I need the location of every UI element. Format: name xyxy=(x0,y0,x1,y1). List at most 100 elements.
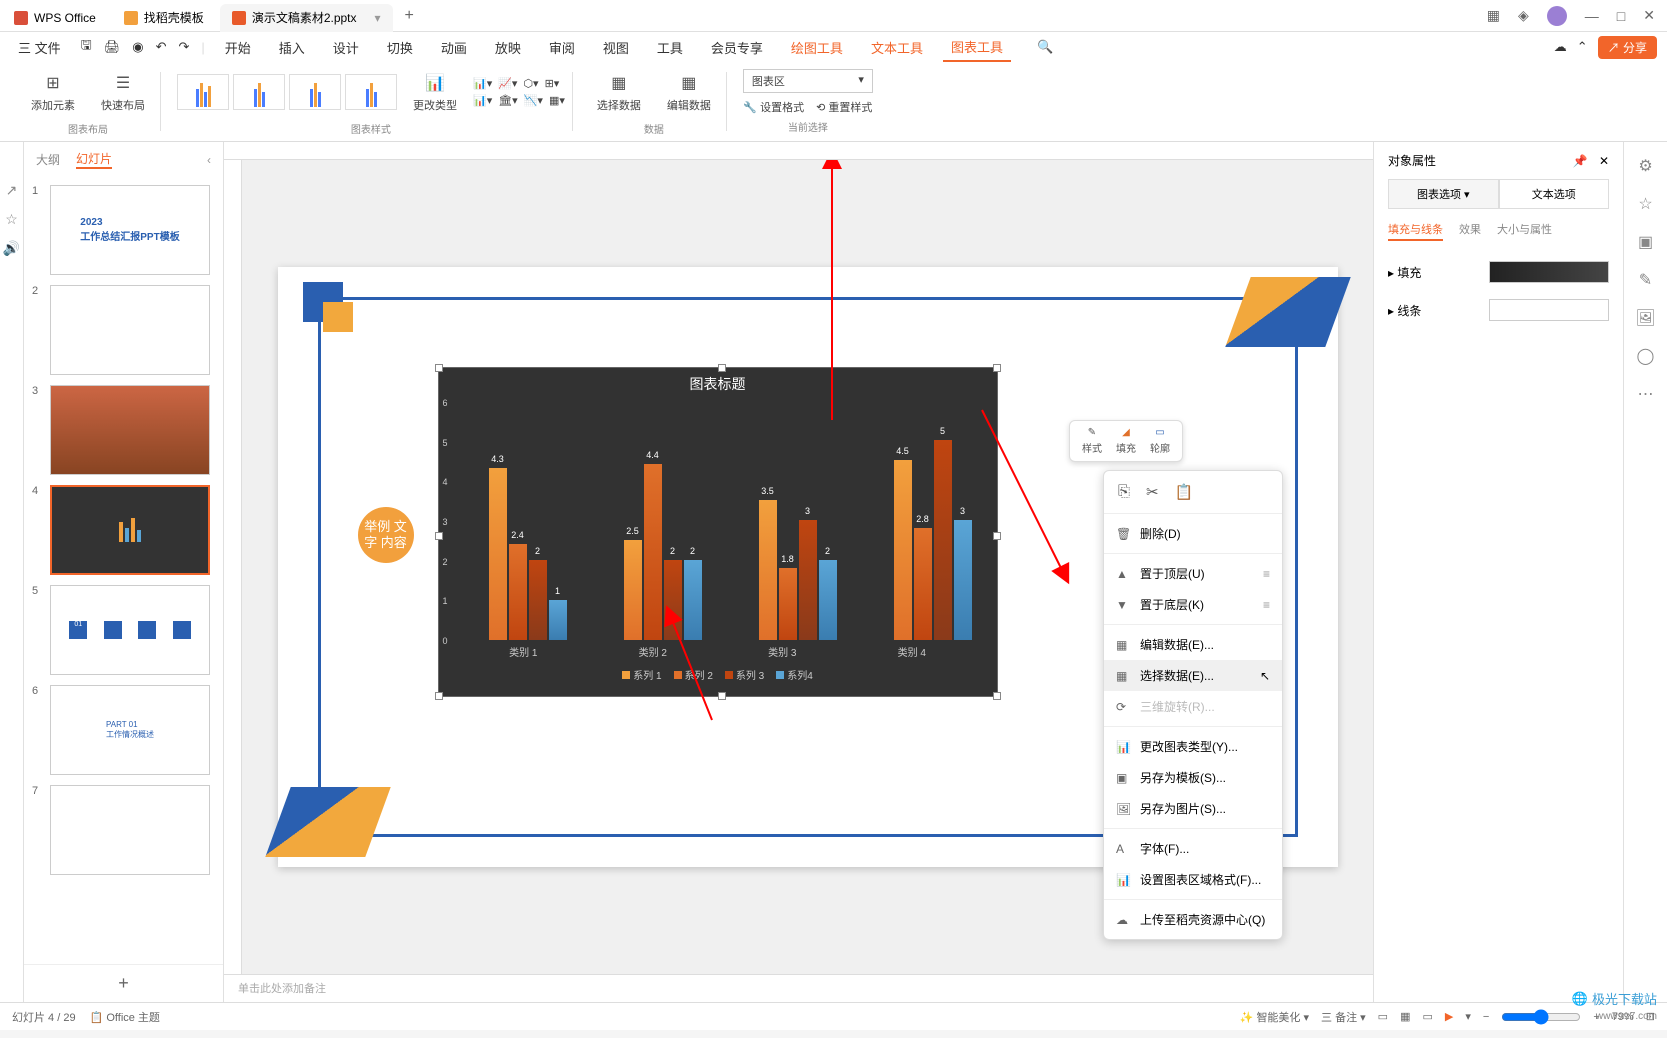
chart-icon-7[interactable]: 📉▾ xyxy=(524,94,543,107)
select-data-button[interactable]: ▦ 选择数据 xyxy=(589,67,649,117)
view-reading-icon[interactable]: ▭ xyxy=(1422,1010,1432,1023)
view-slideshow-icon[interactable]: ▶ xyxy=(1445,1010,1453,1023)
subtab-fill-line[interactable]: 填充与线条 xyxy=(1388,221,1443,241)
slide-thumb-3[interactable]: 3 xyxy=(32,385,215,475)
cut-icon[interactable]: ✂ xyxy=(1146,483,1159,501)
ctx-send-back[interactable]: ▼置于底层(K)≡ xyxy=(1104,589,1282,620)
tab-dropdown-icon[interactable]: ▾ xyxy=(375,11,381,25)
prop-tab-chart[interactable]: 图表选项 ▾ xyxy=(1388,179,1499,209)
share-button[interactable]: ↗ 分享 xyxy=(1598,36,1657,59)
menu-drawing-tools[interactable]: 绘图工具 xyxy=(783,34,851,61)
edit-data-button[interactable]: ▦ 编辑数据 xyxy=(659,67,719,117)
star-icon[interactable]: ☆ xyxy=(5,211,18,228)
style-thumb-1[interactable] xyxy=(177,74,229,110)
slide-canvas[interactable]: 举例 文字 内容 图表标题 0123456 xyxy=(242,160,1373,974)
image-panel-icon[interactable]: 🖼 xyxy=(1635,308,1655,328)
file-menu[interactable]: 三 文件 xyxy=(10,34,69,61)
cloud-icon[interactable]: ☁ xyxy=(1554,39,1567,55)
close-button[interactable]: ✕ xyxy=(1643,7,1655,24)
line-color-select[interactable] xyxy=(1489,299,1609,321)
beautify-button[interactable]: ✨ 智能美化 ▾ xyxy=(1240,1009,1309,1025)
style-thumb-2[interactable] xyxy=(233,74,285,110)
chart-style-gallery[interactable] xyxy=(177,74,397,110)
more-icon[interactable]: ⋯ xyxy=(1638,384,1654,404)
ctx-format-chart[interactable]: 📊设置图表区域格式(F)... xyxy=(1104,864,1282,895)
maximize-button[interactable]: □ xyxy=(1617,8,1625,24)
chart-icon-1[interactable]: 📊▾ xyxy=(473,77,492,90)
slide-thumb-4[interactable]: 4 xyxy=(32,485,215,575)
pin-icon[interactable]: 📌 xyxy=(1573,154,1588,168)
arrow-icon[interactable]: ↗ xyxy=(6,182,18,199)
change-type-button[interactable]: 📊 更改类型 xyxy=(405,67,465,117)
ctx-delete[interactable]: 🗑删除(D) xyxy=(1104,518,1282,549)
ctx-font[interactable]: A字体(F)... xyxy=(1104,833,1282,864)
collapse-panel-icon[interactable]: ‹ xyxy=(207,153,211,167)
slide-thumb-2[interactable]: 2 xyxy=(32,285,215,375)
file-tab[interactable]: 演示文稿素材2.pptx ▾ xyxy=(220,4,393,32)
chart-icon-2[interactable]: 📈▾ xyxy=(498,77,517,90)
menu-view[interactable]: 视图 xyxy=(595,34,637,61)
menu-design[interactable]: 设计 xyxy=(325,34,367,61)
menu-insert[interactable]: 插入 xyxy=(271,34,313,61)
settings-icon[interactable]: ⚙ xyxy=(1638,156,1652,176)
tool-icon[interactable]: ✎ xyxy=(1639,270,1652,290)
view-menu-icon[interactable]: ▾ xyxy=(1465,1010,1471,1023)
view-normal-icon[interactable]: ▭ xyxy=(1378,1010,1388,1023)
sound-icon[interactable]: 🔊 xyxy=(3,240,20,257)
prop-tab-text[interactable]: 文本选项 xyxy=(1499,179,1610,209)
menu-animation[interactable]: 动画 xyxy=(433,34,475,61)
save-icon[interactable]: 🖫 xyxy=(81,36,92,58)
add-element-button[interactable]: ⊞ 添加元素 xyxy=(23,67,83,117)
ctx-bring-front[interactable]: ▲置于顶层(U)≡ xyxy=(1104,558,1282,589)
fill-color-select[interactable] xyxy=(1489,261,1609,283)
ctx-select-data[interactable]: ▦选择数据(E)...↖ xyxy=(1104,660,1282,691)
ctx-change-chart-type[interactable]: 📊更改图表类型(Y)... xyxy=(1104,731,1282,762)
slide-thumb-1[interactable]: 12023工作总结汇报PPT模板 xyxy=(32,185,215,275)
redo-icon[interactable]: ↷ xyxy=(178,39,189,55)
paste-icon[interactable]: 📋 xyxy=(1175,483,1194,501)
new-tab-button[interactable]: + xyxy=(395,7,424,25)
chart-icon-6[interactable]: 🏛▾ xyxy=(498,94,518,107)
preview-icon[interactable]: ◉ xyxy=(132,39,143,55)
zoom-out-icon[interactable]: − xyxy=(1483,1011,1489,1023)
subtab-effect[interactable]: 效果 xyxy=(1459,221,1481,241)
float-outline-button[interactable]: ▭轮廓 xyxy=(1146,425,1174,457)
add-slide-button[interactable]: + xyxy=(24,964,223,1002)
menu-transition[interactable]: 切换 xyxy=(379,34,421,61)
subtab-size[interactable]: 大小与属性 xyxy=(1497,221,1552,241)
template-tab[interactable]: 找稻壳模板 xyxy=(112,4,216,32)
chart-icon-3[interactable]: ⬡▾ xyxy=(523,77,538,90)
reset-style-button[interactable]: ⟲ 重置样式 xyxy=(816,99,872,115)
notes-toggle[interactable]: 三 备注 ▾ xyxy=(1321,1009,1366,1025)
chart-icon-8[interactable]: ▦▾ xyxy=(549,94,565,107)
ctx-edit-data[interactable]: ▦编辑数据(E)... xyxy=(1104,629,1282,660)
ctx-upload-resource[interactable]: ☁上传至稻壳资源中心(Q) xyxy=(1104,904,1282,935)
slide-list[interactable]: 12023工作总结汇报PPT模板 2 3 4 501 6PART 01工作情况概… xyxy=(24,177,223,964)
minimize-button[interactable]: ― xyxy=(1585,8,1599,24)
grid-icon[interactable]: ▦ xyxy=(1487,7,1500,24)
ctx-save-image[interactable]: 🖼另存为图片(S)... xyxy=(1104,793,1282,824)
float-fill-button[interactable]: ◢填充 xyxy=(1112,425,1140,457)
print-icon[interactable]: 🖨 xyxy=(104,39,121,55)
slide-tab-outline[interactable]: 大纲 xyxy=(36,151,60,168)
undo-icon[interactable]: ↶ xyxy=(156,39,167,55)
chart-icon-5[interactable]: 📊▾ xyxy=(473,94,492,107)
ctx-save-template[interactable]: ▣另存为模板(S)... xyxy=(1104,762,1282,793)
app-tab[interactable]: WPS Office xyxy=(2,4,108,32)
menu-text-tools[interactable]: 文本工具 xyxy=(863,34,931,61)
zoom-slider[interactable] xyxy=(1501,1009,1581,1025)
menu-chart-tools[interactable]: 图表工具 xyxy=(943,33,1011,62)
favorite-icon[interactable]: ☆ xyxy=(1638,194,1652,214)
chart-area-select[interactable]: 图表区▾ xyxy=(743,69,873,93)
set-format-button[interactable]: 🔧 设置格式 xyxy=(743,99,804,115)
slide-thumb-6[interactable]: 6PART 01工作情况概述 xyxy=(32,685,215,775)
menu-review[interactable]: 审阅 xyxy=(541,34,583,61)
slide-thumb-5[interactable]: 501 xyxy=(32,585,215,675)
box-icon[interactable]: ▣ xyxy=(1638,232,1653,252)
float-style-button[interactable]: ✎样式 xyxy=(1078,425,1106,457)
menu-start[interactable]: 开始 xyxy=(217,34,259,61)
menu-slideshow[interactable]: 放映 xyxy=(487,34,529,61)
slide-thumb-7[interactable]: 7 xyxy=(32,785,215,875)
view-sorter-icon[interactable]: ▦ xyxy=(1400,1010,1410,1023)
notes-bar[interactable]: 单击此处添加备注 xyxy=(224,974,1373,1002)
